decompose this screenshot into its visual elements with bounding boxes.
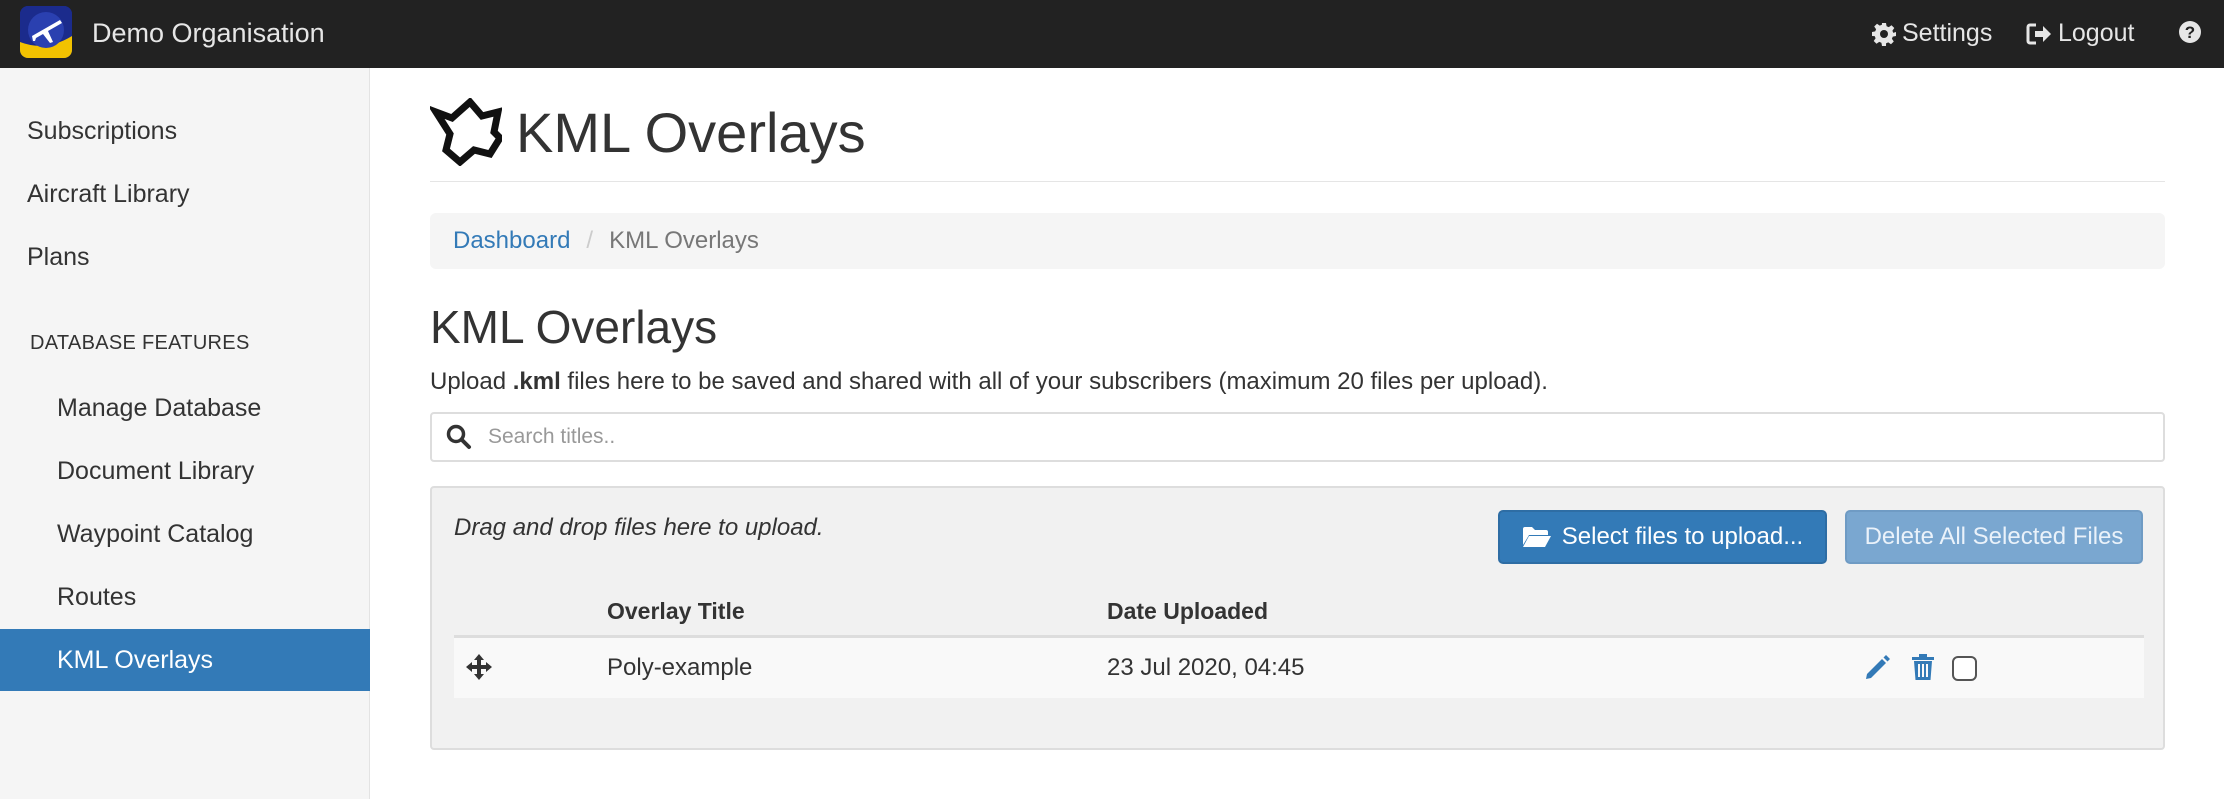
breadcrumb-separator: / <box>586 227 594 254</box>
search-box <box>430 412 2165 462</box>
sidebar-item-label: Aircraft Library <box>27 179 190 208</box>
intro-bold: .kml <box>512 368 561 395</box>
svg-text:?: ? <box>2185 23 2195 42</box>
sidebar: Subscriptions Aircraft Library Plans DAT… <box>0 68 370 799</box>
sidebar-item-aircraft-library[interactable]: Aircraft Library <box>0 163 370 225</box>
overlays-table: Overlay Title Date Uploaded Poly-example… <box>454 586 2144 698</box>
column-header-title[interactable]: Overlay Title <box>607 598 745 625</box>
sidebar-item-manage-database[interactable]: Manage Database <box>0 377 370 439</box>
logout-icon <box>2026 23 2051 44</box>
dropzone-text: Drag and drop files here to upload. <box>454 514 824 541</box>
settings-link[interactable]: Settings <box>1872 19 1992 48</box>
page-header: KML Overlays <box>430 98 866 166</box>
table-row: Poly-example 23 Jul 2020, 04:45 <box>454 638 2144 698</box>
question-circle-icon: ? <box>2179 21 2201 43</box>
sidebar-item-label: Waypoint Catalog <box>57 519 254 548</box>
intro-prefix: Upload <box>430 368 513 395</box>
date-uploaded-cell: 23 Jul 2020, 04:45 <box>1107 654 1305 681</box>
sidebar-item-label: KML Overlays <box>57 645 214 674</box>
overlay-title-cell: Poly-example <box>607 654 753 681</box>
organisation-name[interactable]: Demo Organisation <box>92 18 325 49</box>
table-header: Overlay Title Date Uploaded <box>454 586 2144 638</box>
folder-open-icon <box>1522 527 1551 547</box>
sidebar-item-document-library[interactable]: Document Library <box>0 440 370 502</box>
sidebar-item-label: Manage Database <box>57 393 262 422</box>
kml-overlay-icon <box>430 98 502 166</box>
sidebar-item-label: Routes <box>57 582 137 611</box>
sidebar-item-label: Subscriptions <box>27 116 178 145</box>
settings-label: Settings <box>1902 19 1993 47</box>
sidebar-item-routes[interactable]: Routes <box>0 566 370 628</box>
search-icon <box>446 424 471 449</box>
breadcrumb-dashboard-link[interactable]: Dashboard <box>453 227 570 255</box>
sidebar-item-subscriptions[interactable]: Subscriptions <box>0 100 370 162</box>
logout-link[interactable]: Logout <box>2026 19 2134 48</box>
breadcrumb-current: KML Overlays <box>609 227 759 254</box>
sidebar-item-kml-overlays[interactable]: KML Overlays <box>0 629 370 691</box>
page-title: KML Overlays <box>516 100 866 164</box>
brand-logo[interactable] <box>20 6 72 58</box>
help-button[interactable]: ? <box>2178 20 2202 49</box>
trash-icon[interactable] <box>1911 653 1935 686</box>
top-navbar: Demo Organisation Settings Logout ? <box>0 0 2224 68</box>
header-divider <box>430 181 2165 182</box>
gear-icon <box>1872 22 1896 46</box>
upload-dropzone[interactable]: Drag and drop files here to upload. Sele… <box>430 486 2165 750</box>
delete-selected-button[interactable]: Delete All Selected Files <box>1845 510 2143 564</box>
row-select-checkbox[interactable] <box>1952 656 1977 681</box>
sidebar-item-waypoint-catalog[interactable]: Waypoint Catalog <box>0 503 370 565</box>
select-files-button[interactable]: Select files to upload... <box>1498 510 1827 564</box>
intro-suffix: files here to be saved and shared with a… <box>560 368 1548 395</box>
airplane-logo-icon <box>20 6 72 58</box>
delete-selected-label: Delete All Selected Files <box>1864 523 2124 550</box>
intro-text: Upload .kml files here to be saved and s… <box>430 368 1548 396</box>
sidebar-item-label: Document Library <box>57 456 255 485</box>
column-header-date[interactable]: Date Uploaded <box>1107 598 1268 625</box>
breadcrumb: Dashboard / KML Overlays <box>430 213 2165 269</box>
sidebar-item-label: Plans <box>27 242 90 271</box>
sidebar-section-header: DATABASE FEATURES <box>30 332 250 354</box>
pencil-icon[interactable] <box>1865 654 1891 685</box>
sidebar-item-plans[interactable]: Plans <box>0 226 370 288</box>
logout-label: Logout <box>2058 19 2135 47</box>
section-title: KML Overlays <box>430 301 718 353</box>
move-handle-icon[interactable] <box>466 654 492 685</box>
search-input[interactable] <box>488 425 2088 449</box>
select-files-label: Select files to upload... <box>1561 523 1804 550</box>
